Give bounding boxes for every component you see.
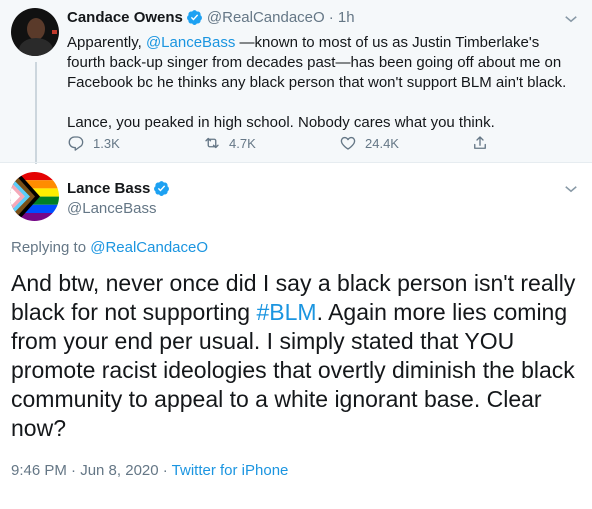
tweet-divider	[0, 162, 592, 163]
parent-tweet-actions: 1.3K 4.7K 24.4K	[67, 134, 497, 154]
verified-badge-icon	[154, 181, 170, 196]
progress-pride-flag-icon	[10, 172, 59, 221]
avatar-accent	[52, 30, 57, 34]
timestamp[interactable]: 9:46 PM · Jun 8, 2020 ·	[11, 462, 172, 479]
parent-tweet-body: Apparently, @LanceBass —known to most of…	[67, 33, 577, 133]
share-button[interactable]	[471, 134, 497, 152]
reply-button[interactable]: 1.3K	[67, 134, 120, 152]
main-tweet-text: And btw, never once did I say a black pe…	[11, 269, 586, 443]
parent-tweet-header: Candace Owens @RealCandaceO · 1h	[67, 9, 355, 26]
main-handle[interactable]: @LanceBass	[67, 200, 156, 217]
tweet-footer: 9:46 PM · Jun 8, 2020 · Twitter for iPho…	[11, 462, 288, 479]
main-author-name[interactable]: Lance Bass	[67, 180, 150, 197]
retweet-button[interactable]: 4.7K	[203, 134, 256, 152]
parent-paragraph-2: Lance, you peaked in high school. Nobody…	[67, 114, 495, 131]
like-button[interactable]: 24.4K	[339, 134, 399, 152]
thread-connector-line	[35, 62, 37, 164]
like-count: 24.4K	[365, 135, 399, 151]
replying-to-label: Replying to	[11, 239, 87, 256]
replying-to: Replying to @RealCandaceO	[11, 239, 208, 256]
retweet-count: 4.7K	[229, 135, 256, 151]
reply-icon	[68, 136, 84, 151]
verified-badge-icon	[186, 10, 202, 25]
chevron-down-icon[interactable]	[562, 10, 580, 28]
lance-avatar[interactable]	[10, 172, 59, 221]
heart-icon	[340, 136, 356, 150]
parent-author-name[interactable]: Candace Owens	[67, 9, 183, 26]
retweet-icon	[205, 137, 219, 149]
parent-body-text: Apparently,	[67, 34, 146, 51]
avatar-face	[27, 18, 45, 40]
replying-to-link[interactable]: @RealCandaceO	[90, 239, 208, 256]
hashtag-link[interactable]: #BLM	[256, 299, 316, 325]
candace-avatar[interactable]	[11, 8, 59, 56]
share-icon	[474, 136, 486, 149]
parent-paragraph-1: Apparently, @LanceBass —known to most of…	[67, 33, 577, 93]
parent-time[interactable]: · 1h	[329, 9, 355, 26]
main-author-row: Lance Bass	[67, 180, 174, 197]
chevron-down-icon[interactable]	[562, 180, 580, 198]
parent-handle[interactable]: @RealCandaceO	[207, 9, 325, 26]
source-link[interactable]: Twitter for iPhone	[172, 462, 289, 479]
avatar-shoulders	[19, 38, 53, 56]
mention-link[interactable]: @LanceBass	[146, 34, 235, 51]
reply-count: 1.3K	[93, 135, 120, 151]
